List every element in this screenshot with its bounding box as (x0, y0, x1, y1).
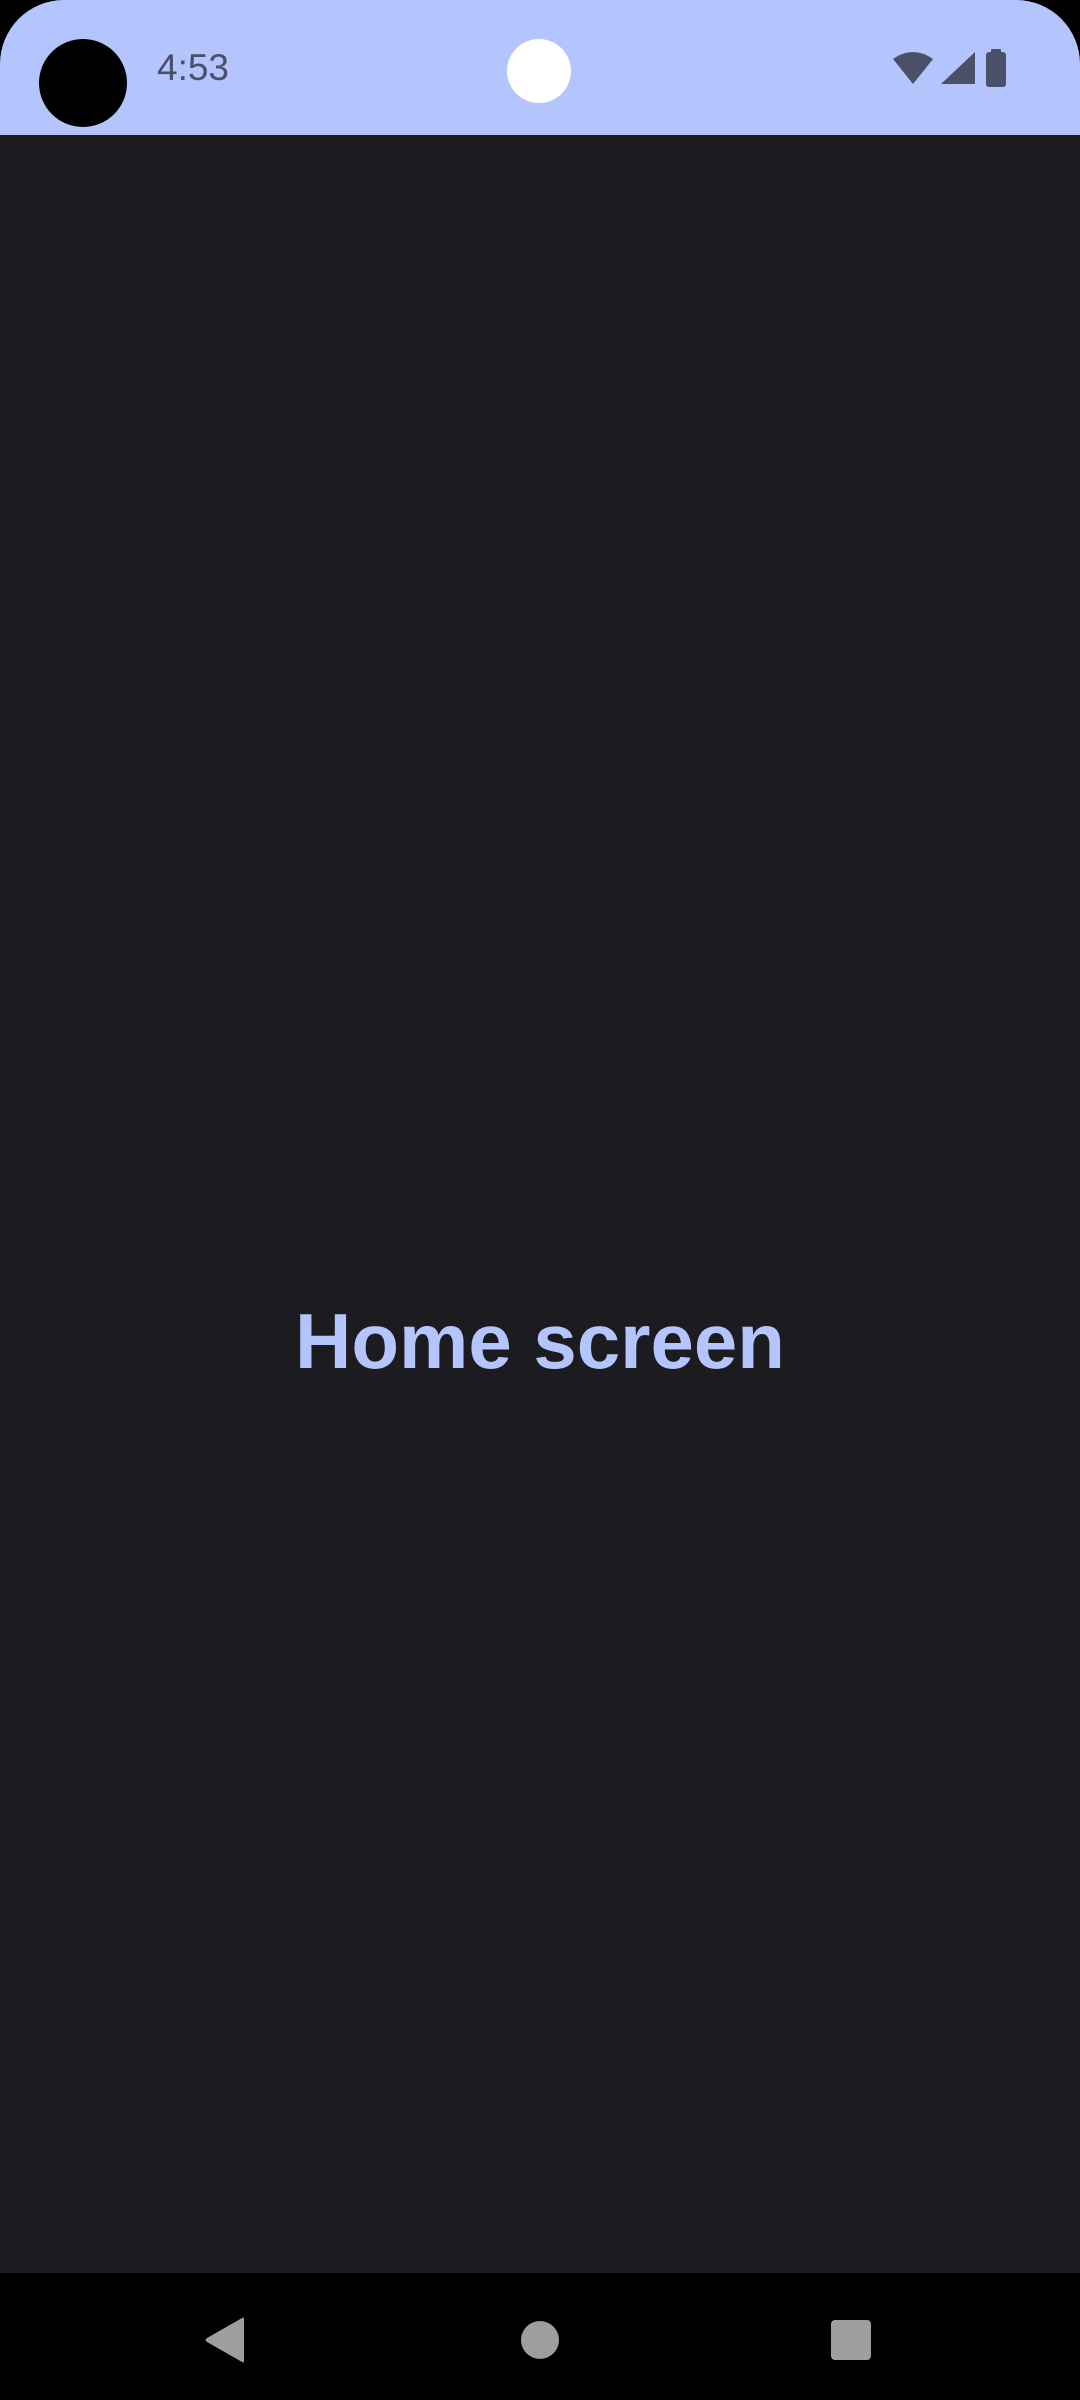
status-icons (892, 49, 1010, 87)
notification-dot-icon (507, 39, 571, 103)
wifi-icon (892, 51, 934, 85)
cellular-signal-icon (940, 51, 976, 85)
recents-button[interactable] (806, 2295, 896, 2385)
battery-icon (982, 49, 1010, 87)
recents-icon (831, 2320, 871, 2360)
main-content: Home screen (0, 136, 1080, 2273)
status-bar: 4:53 (0, 0, 1080, 136)
back-icon (205, 2317, 244, 2363)
page-title: Home screen (295, 1297, 785, 1385)
status-time: 4:53 (157, 47, 230, 88)
camera-cutout (39, 39, 127, 127)
home-icon (521, 2321, 559, 2359)
device-screen: 4:53 Home screen (0, 0, 1080, 2400)
home-button[interactable] (495, 2295, 585, 2385)
navigation-bar (0, 2273, 1080, 2400)
back-button[interactable] (180, 2295, 270, 2385)
